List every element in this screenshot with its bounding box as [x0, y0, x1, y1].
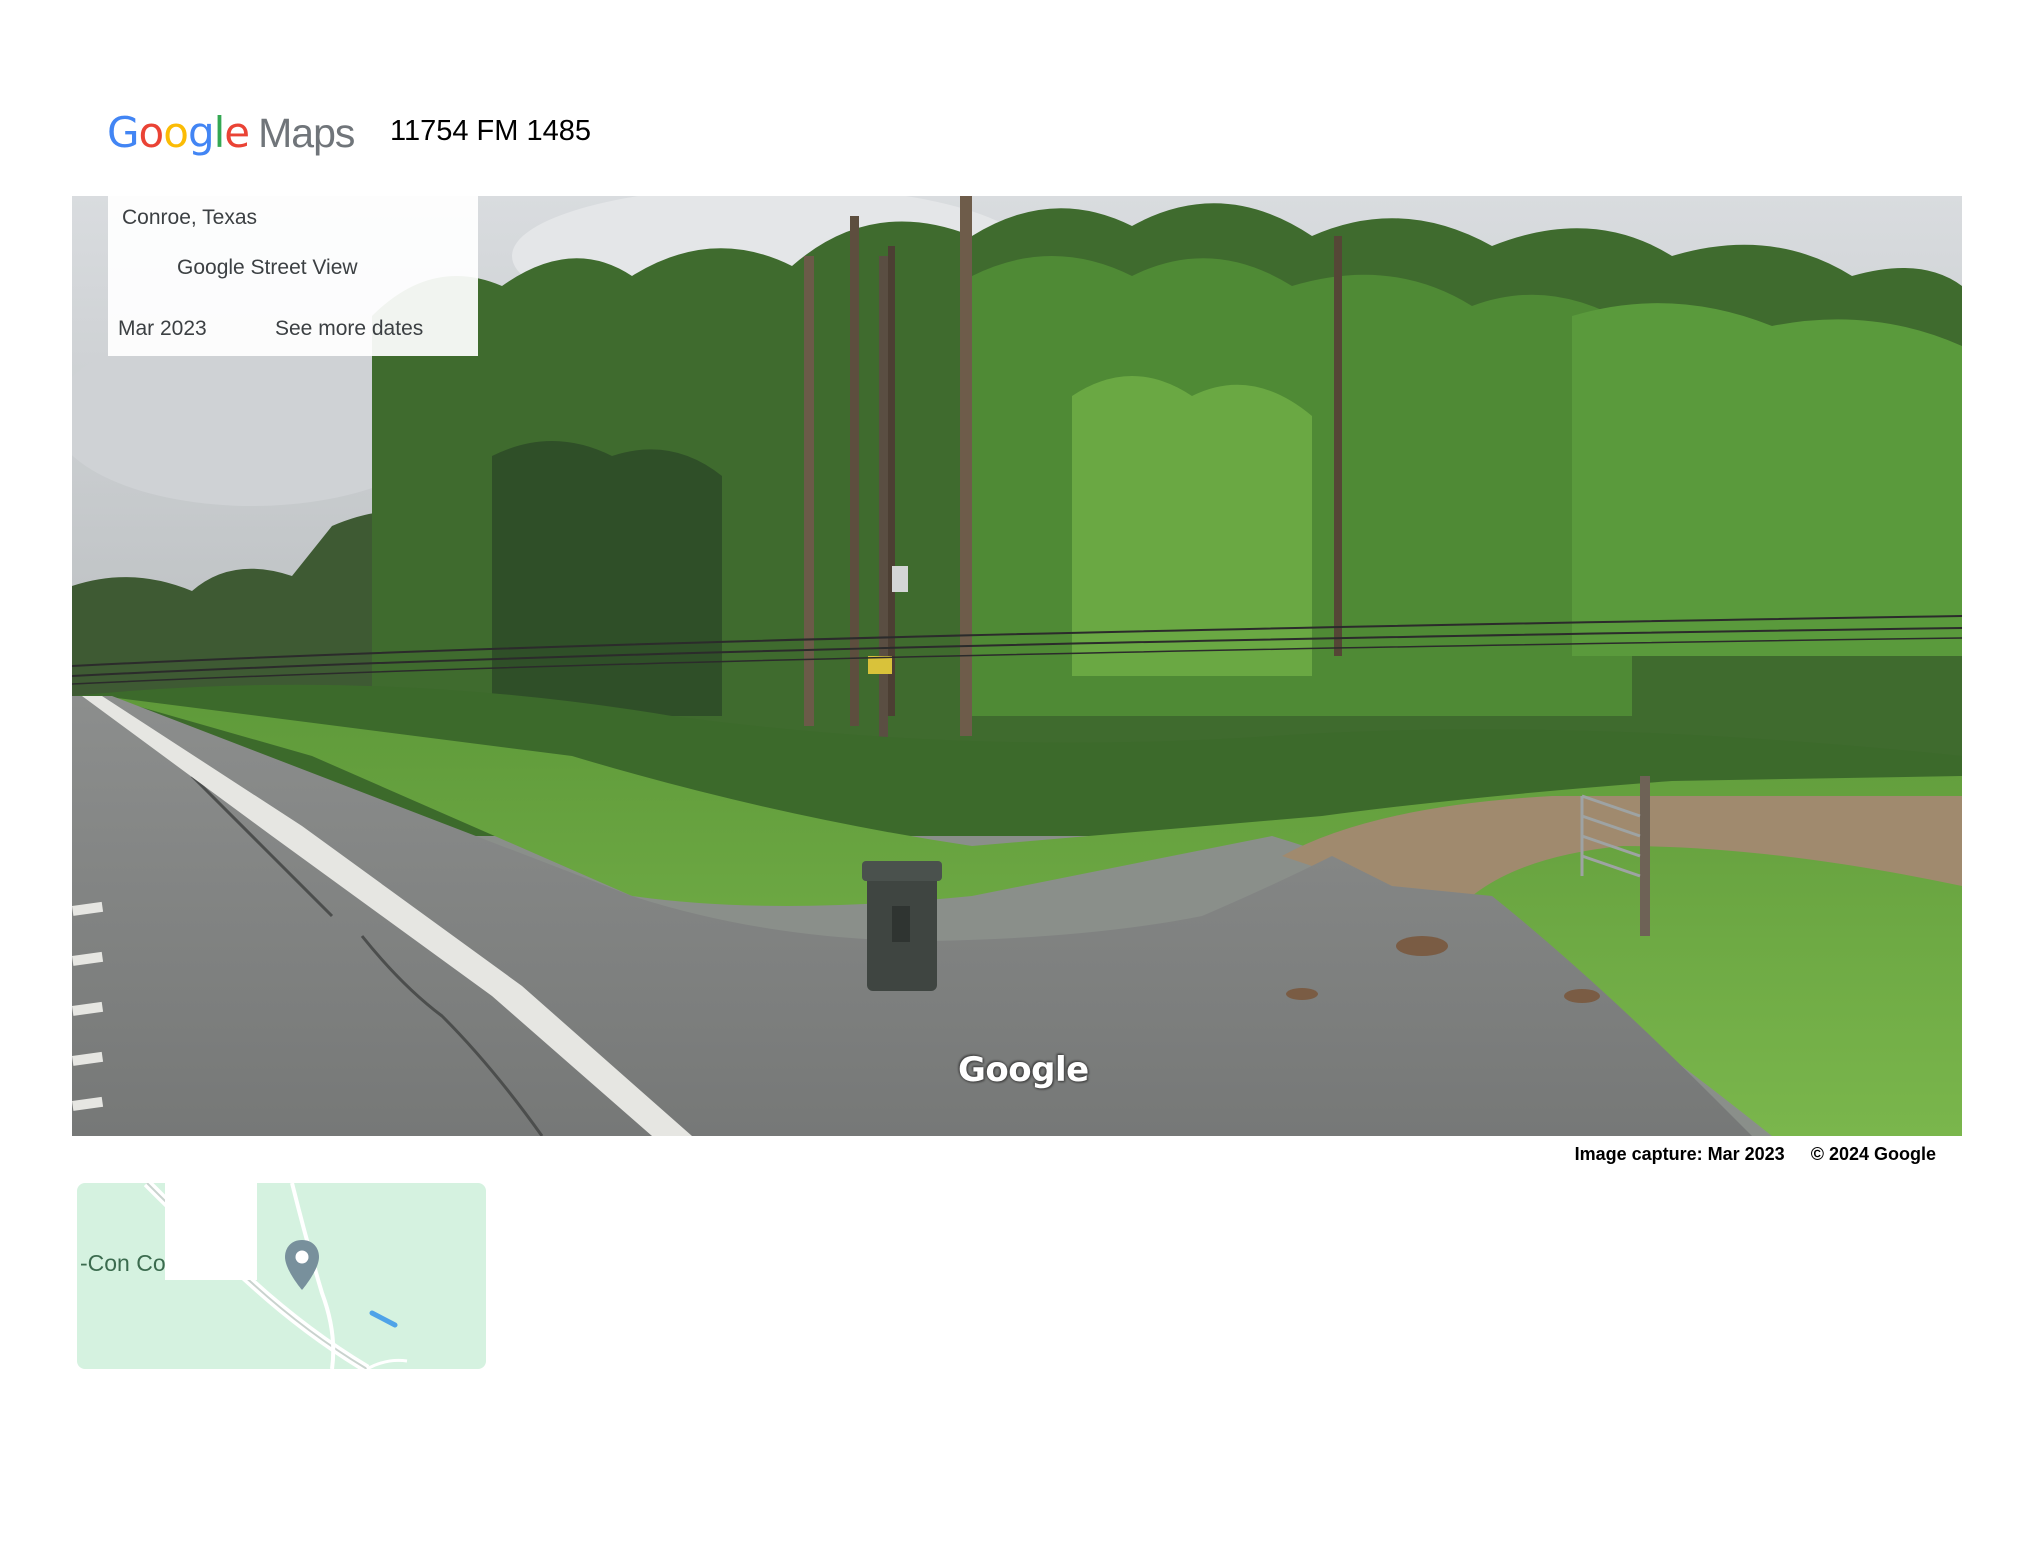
google-watermark: Google: [958, 1050, 1089, 1090]
google-maps-logo: Go o g l e Maps: [107, 108, 355, 164]
location-label: Conroe, Texas: [122, 206, 258, 229]
logo-letter: o: [163, 108, 189, 157]
copyright-text: © 2024 Google: [1810, 1144, 1936, 1164]
see-more-dates-link[interactable]: See more dates: [275, 317, 423, 341]
image-attribution: Image capture: Mar 2023 © 2024 Google: [1575, 1144, 1936, 1165]
logo-letter: l: [213, 108, 226, 157]
page-title: 11754 FM 1485: [390, 115, 591, 147]
logo-maps-word: Maps: [258, 110, 355, 156]
image-capture-text: Image capture: Mar 2023: [1574, 1144, 1785, 1164]
page-header: Go o g l e Maps 11754 FM 1485: [0, 0, 2017, 190]
map-redaction: [165, 1183, 257, 1280]
capture-date-label: Mar 2023: [118, 317, 207, 340]
mini-map[interactable]: -Con Co rs: [77, 1183, 486, 1369]
street-view-source-label: Google Street View: [177, 256, 358, 279]
map-pin-icon[interactable]: [282, 1238, 322, 1292]
logo-letter: G: [107, 108, 140, 157]
logo-letter: g: [187, 108, 215, 157]
logo-letter: o: [138, 108, 165, 157]
street-view-info-card: Conroe, Texas Google Street View Mar 202…: [108, 196, 478, 356]
logo-letter: e: [224, 108, 250, 157]
